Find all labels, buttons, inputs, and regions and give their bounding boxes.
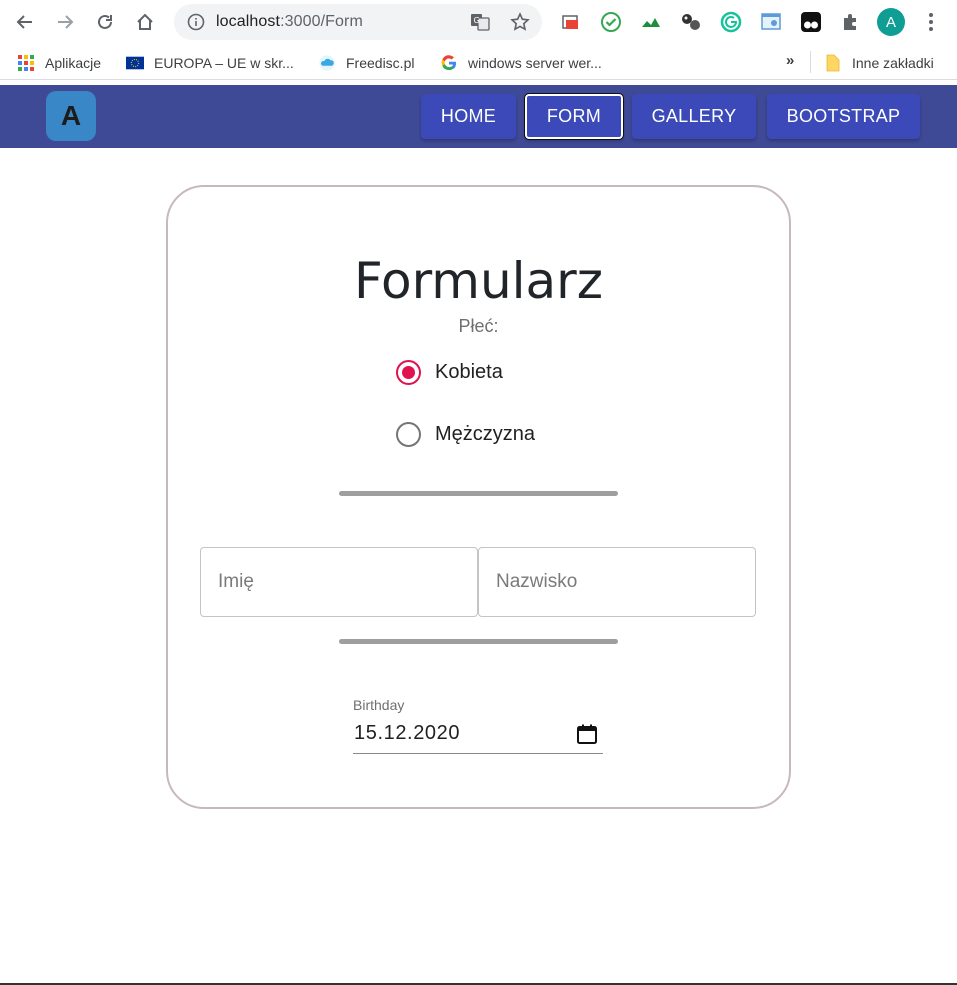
url-host: localhost (216, 13, 281, 30)
bookmark-label: windows server wer... (468, 55, 602, 71)
check-circle-icon[interactable] (599, 10, 623, 34)
radio-unchecked-icon[interactable] (396, 421, 421, 447)
nav-gallery-button[interactable]: GALLERY (632, 94, 756, 139)
folder-icon (824, 54, 842, 72)
radio-label-mezczyzna: Mężczyzna (435, 422, 536, 445)
eu-flag-icon (126, 54, 144, 72)
form-title: Formularz (354, 252, 603, 310)
first-name-input[interactable] (201, 548, 477, 616)
extensions-puzzle-icon[interactable] (839, 10, 863, 34)
radio-option-kobieta[interactable]: Kobieta (396, 358, 503, 386)
browser-toolbar: localhost:3000/Form G A (0, 0, 957, 44)
extension-window-icon[interactable] (559, 10, 583, 34)
radio-checked-icon[interactable] (396, 359, 421, 385)
app-navbar: A HOME FORM GALLERY BOOTSTRAP (0, 85, 957, 148)
bookmark-label: EUROPA – UE w skr... (154, 55, 294, 71)
bookmark-apps[interactable]: Aplikacje (17, 53, 101, 73)
grammarly-icon[interactable] (719, 10, 743, 34)
birthday-input[interactable]: 15.12.2020 (354, 722, 460, 745)
nav-bootstrap-button[interactable]: BOOTSTRAP (767, 94, 920, 139)
gender-label: Płeć: (458, 316, 499, 336)
window-extension-icon[interactable] (759, 10, 783, 34)
bookmark-star-icon[interactable] (510, 12, 530, 32)
site-info-icon[interactable] (186, 12, 206, 32)
bookmarks-bar: Aplikacje EUROPA – UE w skr... Freedisc.… (0, 44, 957, 80)
translate-icon[interactable]: G (470, 12, 490, 32)
balls-icon[interactable] (679, 10, 703, 34)
bookmarks-overflow-chevron[interactable]: » (786, 52, 794, 69)
section-divider (339, 639, 618, 644)
reload-icon[interactable] (89, 6, 121, 38)
menu-kebab-icon[interactable] (919, 10, 943, 34)
svg-text:G: G (474, 16, 480, 25)
first-name-field[interactable] (200, 547, 478, 617)
section-divider (339, 491, 618, 496)
back-arrow-icon[interactable] (9, 6, 41, 38)
birthday-underline (353, 753, 603, 754)
bookmark-label: Aplikacje (45, 55, 102, 71)
cloud-icon (318, 54, 336, 72)
calendar-icon[interactable] (576, 723, 598, 745)
birthday-label: Birthday (353, 697, 405, 713)
other-bookmarks-folder[interactable]: Inne zakładki (824, 53, 934, 73)
home-icon[interactable] (129, 6, 161, 38)
last-name-field[interactable] (478, 547, 756, 617)
bookmark-freedisc[interactable]: Freedisc.pl (318, 53, 414, 73)
nav-home-button[interactable]: HOME (421, 94, 516, 139)
bookmark-google-search[interactable]: windows server wer... (440, 53, 602, 73)
tampermonkey-icon[interactable] (799, 10, 823, 34)
bookmark-label: Freedisc.pl (346, 55, 415, 71)
forward-arrow-icon[interactable] (49, 6, 81, 38)
apps-grid-icon (17, 54, 35, 72)
bookmarks-separator (810, 51, 811, 73)
google-icon (440, 54, 458, 72)
address-bar[interactable]: localhost:3000/Form G (174, 4, 542, 40)
radio-option-mezczyzna[interactable]: Mężczyzna (396, 420, 535, 448)
bookmark-europa[interactable]: EUROPA – UE w skr... (126, 53, 294, 73)
url-text[interactable]: localhost:3000/Form (216, 13, 363, 31)
url-path: :3000/Form (280, 13, 363, 30)
green-chart-icon[interactable] (639, 10, 663, 34)
last-name-input[interactable] (479, 548, 755, 616)
radio-label-kobieta: Kobieta (435, 360, 503, 383)
nav-form-button[interactable]: FORM (524, 93, 624, 140)
other-bookmarks-label: Inne zakładki (852, 55, 934, 71)
profile-avatar[interactable]: A (877, 8, 905, 36)
app-logo[interactable]: A (46, 91, 96, 141)
